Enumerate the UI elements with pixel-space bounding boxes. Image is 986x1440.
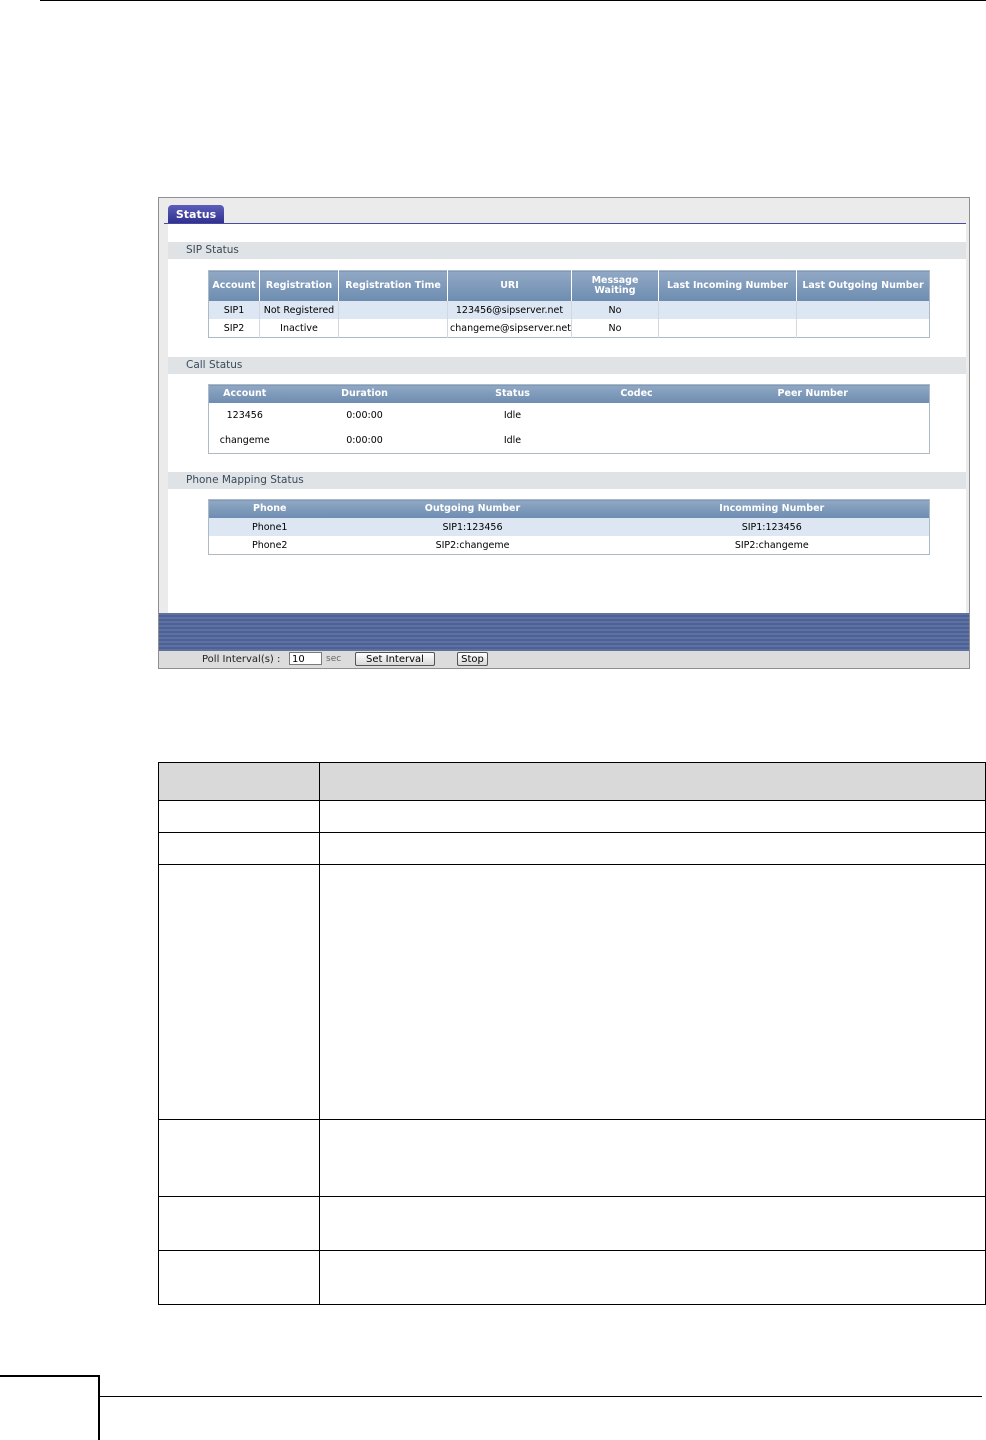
table-row: SIP1 Not Registered 123456@sipserver.net…: [208, 301, 930, 319]
cell: [697, 403, 930, 428]
cell: [338, 301, 448, 319]
sip-header-row: Account Registration Registration Time U…: [208, 270, 930, 301]
sip-status-table: Account Registration Registration Time U…: [208, 270, 930, 338]
cell: [577, 428, 697, 454]
set-interval-button[interactable]: Set Interval: [355, 652, 435, 666]
cell: [658, 301, 797, 319]
col-last-outgoing: Last Outgoing Number: [796, 270, 930, 301]
poll-interval-label: Poll Interval(s) :: [202, 654, 281, 665]
cell: SIP2: [208, 319, 260, 338]
row-divider: [159, 864, 985, 865]
status-content: SIP Status Account Registration Registra…: [168, 224, 966, 614]
call-status-heading: Call Status: [168, 357, 966, 374]
cell: No: [571, 319, 659, 338]
header-rule: [40, 0, 986, 1]
table-row: changeme 0:00:00 Idle: [209, 428, 930, 454]
cell: [797, 319, 930, 338]
column-divider: [319, 763, 320, 1304]
col-peer-number: Peer Number: [696, 384, 930, 403]
cell: SIP1:123456: [330, 518, 615, 536]
poll-interval-input[interactable]: 10: [289, 652, 322, 665]
footer-rule: [100, 1396, 982, 1397]
cell: Phone2: [252, 539, 288, 551]
description-table: [158, 762, 986, 1305]
cell: Idle: [503, 435, 522, 446]
col-duration: Duration: [280, 384, 449, 403]
row-divider: [159, 832, 985, 833]
cell: SIP1: [208, 301, 260, 319]
col-incomming-number: Incomming Number: [614, 499, 930, 518]
sip-status-heading: SIP Status: [168, 242, 966, 259]
cell: [658, 319, 797, 338]
map-header-row: Phone Outgoing Number Incomming Number: [208, 499, 930, 518]
col-registration-time: Registration Time: [338, 270, 448, 301]
col-outgoing-number: Outgoing Number: [330, 499, 615, 518]
col-account: Account: [208, 270, 260, 301]
cell: SIP2:changeme: [734, 539, 809, 551]
col-registration: Registration: [259, 270, 339, 301]
cell: 123456: [226, 410, 263, 421]
col-uri: URI: [447, 270, 572, 301]
col-last-incoming: Last Incoming Number: [658, 270, 797, 301]
poll-interval-unit: sec: [326, 654, 342, 664]
cell: SIP2:changeme: [435, 539, 510, 551]
stop-button[interactable]: Stop: [457, 652, 488, 666]
row-divider: [159, 1119, 985, 1120]
cell: [697, 428, 930, 454]
table-row: SIP2 Inactive changeme@sipserver.net No: [208, 319, 930, 338]
call-status-table: Account Duration Status Codec Peer Numbe…: [208, 384, 930, 454]
status-window: Status SIP Status Account Registration R…: [158, 197, 970, 669]
footer-band: [159, 613, 969, 651]
cell: [577, 403, 697, 428]
row-divider: [159, 1196, 985, 1197]
cell: 0:00:00: [346, 435, 383, 446]
cell: [796, 301, 930, 319]
cell: SIP1:123456: [614, 518, 930, 536]
cell: changeme: [219, 435, 270, 446]
cell: Inactive: [259, 319, 339, 338]
table-row: 123456 0:00:00 Idle: [209, 403, 930, 428]
tab-status[interactable]: Status: [168, 205, 224, 224]
col-message-waiting: Message Waiting: [571, 270, 659, 301]
table-row: Phone1 SIP1:123456 SIP1:123456: [208, 518, 930, 536]
cell: Idle: [503, 410, 522, 421]
col-phone: Phone: [208, 499, 331, 518]
cell: No: [571, 301, 659, 319]
call-header-row: Account Duration Status Codec Peer Numbe…: [208, 384, 930, 403]
cell: Not Registered: [259, 301, 339, 319]
cell: 123456@sipserver.net: [447, 301, 572, 319]
page-number-box: [0, 1375, 100, 1440]
poll-interval-bar: Poll Interval(s) : 10 sec Set Interval S…: [159, 651, 969, 668]
description-table-header: [159, 763, 985, 801]
col-status: Status: [448, 384, 577, 403]
row-divider: [159, 1250, 985, 1251]
col-codec: Codec: [576, 384, 697, 403]
phone-mapping-heading: Phone Mapping Status: [168, 472, 966, 489]
phone-mapping-table: Phone Outgoing Number Incomming Number P…: [208, 499, 930, 555]
col-account: Account: [208, 384, 281, 403]
cell: changeme@sipserver.net: [447, 319, 572, 338]
table-row: Phone2 SIP2:changeme SIP2:changeme: [209, 536, 930, 555]
cell: 0:00:00: [346, 410, 383, 421]
cell: [338, 319, 448, 338]
cell: Phone1: [208, 518, 331, 536]
